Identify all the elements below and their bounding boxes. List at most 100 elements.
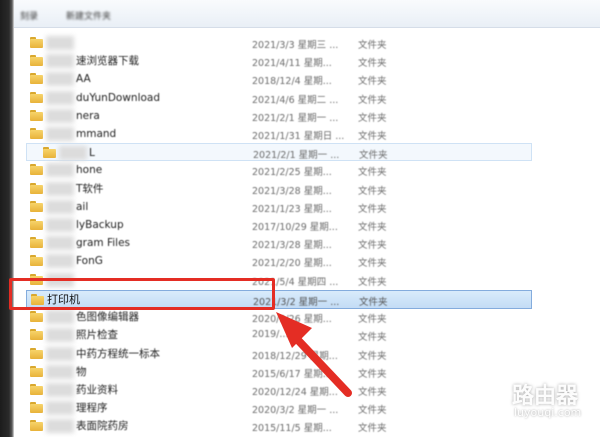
file-name: AA — [46, 72, 91, 87]
file-name: hone — [46, 163, 103, 178]
folder-icon — [30, 37, 43, 48]
file-name: ail — [46, 199, 88, 214]
file-name-text: 物 — [76, 365, 87, 378]
watermark: 路由器 luyouqi.com — [458, 376, 598, 428]
file-type: 文件夹 — [358, 40, 387, 51]
file-name-text: AA — [76, 73, 91, 86]
privacy-blur-mask — [46, 90, 74, 105]
file-name-text: hone — [76, 164, 103, 177]
list-item[interactable]: lyBackup 2017/10/29 星期... 文件夹 — [14, 216, 600, 234]
file-date: 2021/2/25 星期... — [252, 167, 332, 179]
list-item[interactable]: nera 2021/2/1 星期一 ... 文件夹 — [14, 107, 600, 125]
folder-icon — [30, 182, 43, 194]
file-name: duYunDownload — [46, 90, 161, 105]
privacy-blur-mask — [46, 72, 74, 87]
privacy-blur-mask — [46, 199, 74, 214]
file-name: nera — [46, 108, 100, 123]
privacy-blur-mask — [46, 346, 74, 361]
file-type: 文件夹 — [358, 131, 387, 142]
file-name-text: mmand — [76, 128, 117, 140]
privacy-blur-mask — [46, 36, 74, 50]
folder-icon — [30, 237, 43, 249]
privacy-blur-mask — [46, 383, 74, 397]
list-item[interactable]: 速浏览器下载 2021/4/11 星期... 文件夹 — [14, 52, 600, 70]
toolbar-new-folder-button[interactable]: 新建文件夹 — [66, 9, 111, 22]
file-type: 文件夹 — [358, 203, 387, 215]
privacy-blur-mask — [46, 218, 74, 232]
file-date: 2021/1/23 星期... — [252, 203, 332, 215]
file-name-text: 药业资料 — [76, 384, 118, 396]
list-item[interactable]: mmand 2021/1/31 星期日 ... 文件夹 — [14, 125, 600, 143]
file-name-text: 中药方程统一标本 — [76, 347, 160, 360]
file-name: T软件 — [46, 181, 104, 196]
file-type: 文件夹 — [358, 222, 387, 233]
list-item[interactable]: FonG 2021/2/20 星期... 文件夹 — [14, 252, 600, 270]
list-item[interactable]: gram Files 2021/3/28 星期... 文件夹 — [14, 234, 600, 252]
window-left-edge — [0, 0, 14, 437]
list-item[interactable]: 2021/3/3 星期三 ... 文件夹 — [14, 34, 600, 52]
privacy-blur-mask — [46, 108, 74, 123]
privacy-blur-mask — [46, 364, 74, 379]
folder-icon — [30, 128, 43, 139]
file-name-text: nera — [76, 109, 100, 122]
file-date: 2018/12/4 星期... — [252, 76, 332, 88]
folder-icon — [30, 91, 43, 103]
toolbar-burn-button[interactable]: 刻录 — [20, 9, 38, 22]
file-type: 文件夹 — [358, 240, 387, 252]
file-type: 文件夹 — [358, 167, 387, 179]
file-type: 文件夹 — [359, 150, 388, 162]
file-date: 2015/11/5 星期... — [252, 423, 332, 435]
file-name: 理程序 — [46, 401, 108, 416]
explorer-toolbar: 刻录 新建文件夹 — [14, 0, 600, 28]
file-name-text: 理程序 — [76, 402, 108, 415]
file-name: lyBackup — [46, 218, 124, 232]
file-date: 2017/10/29 星期... — [252, 222, 338, 233]
file-type: 文件夹 — [358, 58, 387, 70]
watermark-subtitle: luyouqi.com — [514, 406, 582, 419]
file-type: 文件夹 — [358, 258, 387, 270]
privacy-blur-mask — [46, 419, 74, 434]
file-name-text: lyBackup — [76, 219, 124, 231]
file-name: 物 — [46, 364, 87, 379]
file-name: 速浏览器下载 — [46, 54, 139, 69]
folder-icon — [30, 384, 43, 395]
file-date: 2021/2/1 星期一 ... — [252, 112, 339, 124]
list-item[interactable]: duYunDownload 2021/4/6 星期二 ... 文件夹 — [14, 89, 600, 107]
list-item[interactable]: AA 2018/12/4 星期... 文件夹 — [14, 70, 600, 88]
file-name: mmand — [46, 127, 116, 141]
folder-icon — [30, 311, 43, 323]
privacy-blur-mask — [46, 54, 74, 69]
file-name-text: gram Files — [76, 237, 131, 250]
folder-icon — [30, 109, 43, 121]
file-name-text: 表面院药房 — [76, 420, 129, 433]
file-name-text: FonG — [76, 255, 103, 268]
list-item[interactable]: hone 2021/2/25 星期... 文件夹 — [14, 161, 600, 179]
privacy-blur-mask — [46, 328, 74, 343]
file-name-text: T软件 — [76, 182, 104, 195]
file-type: 文件夹 — [358, 276, 387, 288]
file-name-text: 照片检查 — [76, 329, 118, 342]
file-name: L — [59, 146, 95, 161]
file-name: 药业资料 — [46, 383, 118, 397]
file-name — [46, 36, 76, 50]
file-name: 照片检查 — [46, 328, 118, 343]
folder-icon — [30, 347, 43, 359]
privacy-blur-mask — [46, 236, 74, 251]
file-name: 表面院药房 — [46, 419, 129, 434]
file-date: 2021/2/1 星期一 ... — [253, 150, 340, 162]
file-date: 2021/4/11 星期... — [252, 58, 332, 70]
router-logo-icon — [460, 376, 506, 422]
folder-icon — [30, 73, 43, 85]
file-name-text: duYunDownload — [76, 91, 161, 104]
file-type: 文件夹 — [358, 423, 387, 435]
list-item[interactable]: T软件 2021/3/28 星期... 文件夹 — [14, 180, 600, 198]
folder-icon — [30, 200, 43, 212]
file-name: FonG — [46, 254, 103, 269]
folder-icon — [30, 402, 43, 414]
list-item[interactable]: ail 2021/1/23 星期... 文件夹 — [14, 198, 600, 216]
file-name: 色图像编辑器 — [46, 310, 139, 325]
annotation-highlight-box — [9, 278, 275, 310]
folder-icon — [30, 164, 43, 176]
list-item[interactable]: L 2021/2/1 星期一 ... 文件夹 — [26, 143, 532, 162]
file-name: gram Files — [46, 236, 131, 251]
